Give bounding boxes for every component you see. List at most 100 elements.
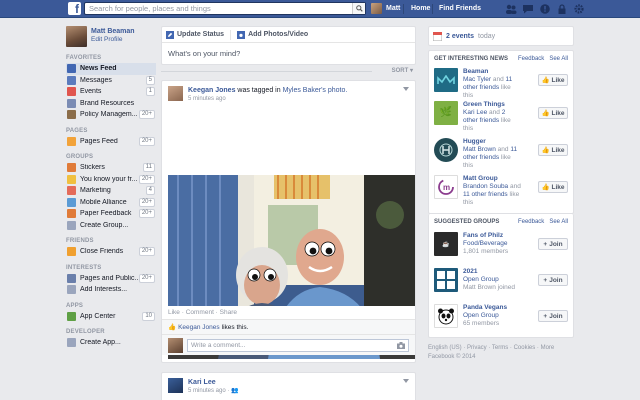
sidebar-item-create-group[interactable]: Create Group...: [66, 220, 156, 232]
group-icon: [67, 163, 76, 173]
news-feed-icon: [67, 64, 76, 74]
notifications-icon[interactable]: [539, 3, 551, 15]
status-input[interactable]: What's on your mind?: [162, 43, 415, 64]
join-button[interactable]: + Join: [538, 238, 568, 250]
like-button[interactable]: 👍 Like: [538, 144, 568, 156]
group-name[interactable]: 2021: [463, 268, 521, 276]
author-avatar[interactable]: [168, 86, 183, 101]
sidebar-item-pages-public[interactable]: Pages and Public... 20+: [66, 273, 156, 285]
chevron-down-icon[interactable]: [403, 379, 409, 383]
story-actions[interactable]: Like · Comment · Share: [162, 306, 415, 319]
timestamp[interactable]: 5 minutes ago: [188, 95, 347, 103]
profile-name[interactable]: Matt Beaman: [91, 27, 135, 36]
camera-icon[interactable]: [397, 341, 405, 349]
star-icon: [67, 247, 76, 257]
page-name[interactable]: Hugger: [463, 138, 521, 146]
sidebar-item-events[interactable]: Events 1: [66, 86, 156, 98]
search-input[interactable]: [85, 3, 345, 14]
page-name[interactable]: Green Things: [463, 101, 521, 109]
philz-logo[interactable]: ☕: [434, 232, 458, 256]
hugger-logo[interactable]: [434, 138, 458, 162]
green-things-logo[interactable]: 🌿: [434, 101, 458, 125]
group-name[interactable]: Fans of Philz: [463, 232, 521, 240]
sort-dropdown[interactable]: SORT: [392, 68, 409, 74]
plus-icon: [67, 338, 76, 348]
page-name[interactable]: Beaman: [463, 68, 521, 76]
feedback-link[interactable]: Feedback: [518, 219, 544, 225]
find-friends-link[interactable]: Find Friends: [439, 5, 481, 12]
pencil-icon: [166, 30, 174, 39]
divider: [432, 4, 433, 14]
liker-link[interactable]: Keegan Jones: [178, 324, 220, 331]
sidebar-item-marketing[interactable]: Marketing 4: [66, 185, 156, 197]
events-count[interactable]: 2 events: [446, 33, 474, 40]
messages-icon[interactable]: [522, 3, 534, 15]
like-button[interactable]: 👍 Like: [538, 107, 568, 119]
panda-logo[interactable]: [434, 304, 458, 328]
thumbs-up-icon: 👍: [541, 110, 550, 117]
sidebar-item-policy[interactable]: Policy Managem... 20+: [66, 109, 156, 121]
sidebar-item-brand-resources[interactable]: Brand Resources: [66, 98, 156, 110]
facebook-logo[interactable]: f: [68, 2, 81, 15]
logo-lettermark: m: [443, 183, 450, 192]
sidebar-item-create-app[interactable]: Create App...: [66, 337, 156, 349]
footer: English (US) · Privacy · Terms · Cookies…: [428, 344, 574, 362]
footer-links[interactable]: English (US) · Privacy · Terms · Cookies…: [428, 344, 574, 353]
join-button[interactable]: + Join: [538, 310, 568, 322]
section-heading-groups: GROUPS: [66, 154, 94, 160]
sidebar-item-news-feed[interactable]: News Feed: [66, 63, 156, 75]
friend-requests-icon[interactable]: [505, 3, 517, 15]
suggested-page: Hugger Matt Brown and 11 other friends li…: [434, 138, 568, 175]
author-link[interactable]: Keegan Jones: [188, 87, 235, 94]
sidebar-item-add-interests[interactable]: Add Interests...: [66, 284, 156, 296]
see-all-link[interactable]: See All: [549, 56, 568, 62]
update-status-tab[interactable]: Update Status: [166, 30, 224, 39]
sidebar-item-paper-feedback[interactable]: Paper Feedback 20+: [66, 208, 156, 220]
app-center-icon: [67, 311, 76, 321]
author-avatar[interactable]: [168, 378, 183, 393]
like-button[interactable]: 👍 Like: [538, 74, 568, 86]
suggested-group: ☕ Fans of Philz Food/Beverage 1,801 member…: [434, 232, 568, 268]
search-box[interactable]: [84, 2, 366, 15]
edit-profile-link[interactable]: Edit Profile: [91, 36, 135, 44]
beaman-logo[interactable]: [434, 68, 458, 92]
home-link[interactable]: Home: [411, 5, 430, 12]
avatar: [371, 3, 382, 14]
sidebar-item-mobile-alliance[interactable]: Mobile Alliance 20+: [66, 197, 156, 209]
author-link[interactable]: Kari Lee: [188, 379, 216, 386]
profile-link[interactable]: Matt: [371, 3, 400, 14]
messages-icon: [67, 75, 76, 85]
privacy-lock-icon[interactable]: [556, 3, 568, 15]
plus-icon: [67, 285, 76, 295]
page-name[interactable]: Matt Group: [463, 175, 521, 183]
sidebar-item-pages-feed[interactable]: Pages Feed 20+: [66, 136, 156, 148]
join-button[interactable]: + Join: [538, 274, 568, 286]
profile-summary[interactable]: Matt Beaman Edit Profile: [66, 26, 156, 48]
sidebar-item-close-friends[interactable]: Close Friends 20+: [66, 246, 156, 258]
comment-input[interactable]: Write a comment...: [187, 338, 409, 352]
like-button[interactable]: 👍 Like: [538, 181, 568, 193]
group-2021-logo[interactable]: [434, 268, 458, 292]
see-all-link[interactable]: See All: [549, 219, 568, 225]
panel-title: SUGGESTED GROUPS: [434, 219, 500, 225]
top-bar: f Matt Home Find Friends: [0, 0, 640, 18]
sidebar-item-messages[interactable]: Messages 5: [66, 75, 156, 87]
timestamp[interactable]: 5 minutes ago · 👥: [188, 387, 239, 395]
settings-gear-icon[interactable]: [573, 3, 585, 15]
count-badge: 20+: [138, 197, 155, 207]
sidebar-item-you-know[interactable]: You know your fr... 20+: [66, 174, 156, 186]
profile-picture[interactable]: [66, 26, 87, 47]
group-name[interactable]: Panda Vegans: [463, 304, 521, 312]
divider: [403, 4, 404, 14]
chevron-down-icon[interactable]: [403, 87, 409, 91]
matt-group-logo[interactable]: m: [434, 175, 458, 199]
events-reminder[interactable]: 2 events today: [428, 26, 574, 46]
photo-link[interactable]: Myles Baker's photo.: [283, 87, 348, 94]
sidebar-item-app-center[interactable]: App Center 10: [66, 311, 156, 323]
section-heading-pages: PAGES: [66, 127, 88, 134]
sidebar-item-stickers[interactable]: Stickers 11: [66, 162, 156, 174]
leaf-icon: 🌿: [439, 107, 453, 118]
feedback-link[interactable]: Feedback: [518, 56, 544, 62]
add-photos-tab[interactable]: Add Photos/Video: [237, 30, 308, 39]
search-button[interactable]: [352, 3, 365, 14]
